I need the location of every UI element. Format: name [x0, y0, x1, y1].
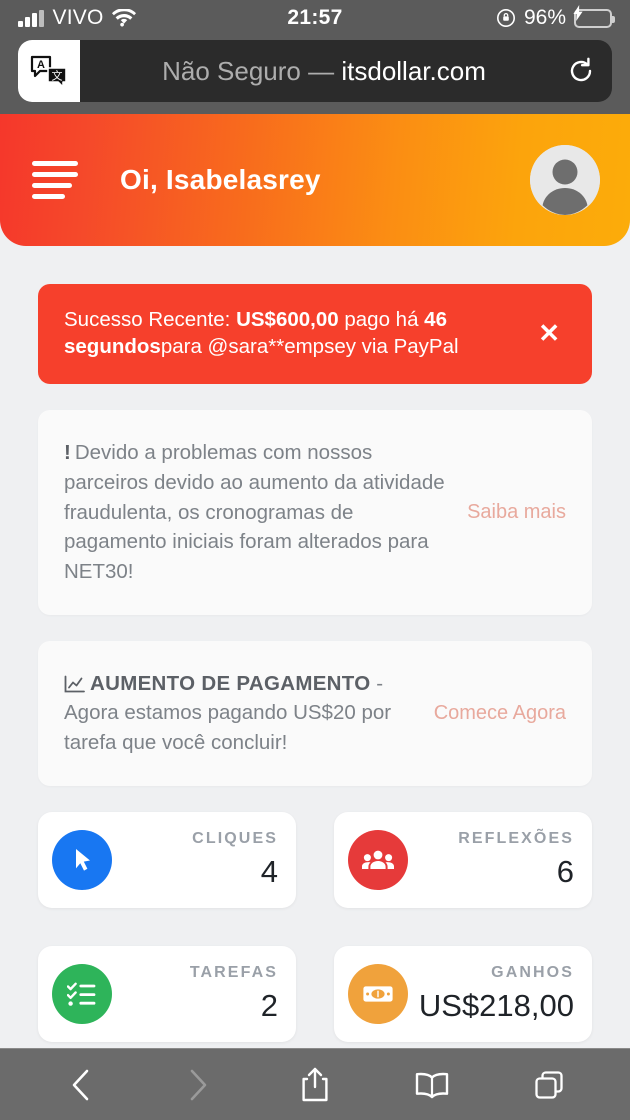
translate-icon[interactable]: A 文	[18, 40, 80, 102]
user-avatar-icon[interactable]	[530, 145, 600, 215]
svg-text:文: 文	[52, 69, 63, 83]
stats-grid: CLIQUES 4 REFLEXÕES 6 TAREFAS 2 GANHOS U…	[38, 811, 592, 1042]
carrier-label: VIVO	[52, 6, 104, 29]
book-icon[interactable]	[402, 1059, 462, 1111]
money-bill-icon	[348, 963, 408, 1024]
stat-value-reflexoes: 6	[556, 853, 574, 889]
hamburger-menu-icon[interactable]	[32, 161, 78, 199]
stat-card-ganhos[interactable]: GANHOS US$218,00	[334, 945, 592, 1042]
battery-charging-icon	[573, 4, 615, 28]
url-text[interactable]: Não Seguro — itsdollar.com	[80, 56, 612, 87]
start-now-link[interactable]: Comece Agora	[434, 702, 566, 725]
status-bar-left: VIVO	[18, 6, 315, 30]
ios-status-bar: VIVO 21:57 96%	[0, 0, 630, 36]
stat-card-reflexoes[interactable]: REFLEXÕES 6	[334, 811, 592, 908]
fraud-notice-card: ! Devido a problemas com nossos parceiros…	[38, 410, 592, 615]
stat-label-cliques: CLIQUES	[192, 829, 278, 847]
payment-increase-text: AUMENTO DE PAGAMENTO - Agora estamos pag…	[64, 669, 414, 758]
status-bar-right: 96%	[315, 4, 615, 30]
stat-value-tarefas: 2	[260, 987, 278, 1023]
forward-chevron-icon[interactable]	[168, 1059, 228, 1111]
share-icon[interactable]	[285, 1059, 345, 1111]
banner-amount: US$600,00	[236, 308, 339, 331]
safari-url-bar-container: A 文 Não Seguro — itsdollar.com	[0, 36, 630, 114]
stat-meta-reflexoes: REFLEXÕES 6	[408, 830, 574, 890]
safari-url-bar[interactable]: A 文 Não Seguro — itsdollar.com	[18, 40, 612, 102]
recent-success-banner: Sucesso Recente: US$600,00 pago há 46 se…	[38, 284, 592, 385]
app-header: Oi, Isabelasrey	[0, 114, 630, 246]
rotation-lock-icon	[496, 8, 516, 28]
payment-increase-heading: AUMENTO DE PAGAMENTO	[90, 671, 371, 695]
fraud-notice-body: Devido a problemas com nossos parceiros …	[64, 441, 445, 583]
learn-more-link[interactable]: Saiba mais	[467, 501, 566, 524]
stat-label-tarefas: TAREFAS	[189, 963, 278, 981]
close-icon[interactable]: ✕	[532, 316, 566, 350]
users-group-icon	[348, 829, 408, 890]
svg-text:A: A	[37, 59, 45, 71]
stat-label-reflexoes: REFLEXÕES	[458, 829, 574, 847]
tabs-icon[interactable]	[519, 1059, 579, 1111]
cellular-signal-icon	[18, 9, 44, 27]
exclamation-icon: !	[64, 441, 71, 465]
banner-suffix: para @sara**empsey via PayPal	[160, 335, 459, 359]
stat-card-tarefas[interactable]: TAREFAS 2	[38, 945, 296, 1042]
back-chevron-icon[interactable]	[51, 1059, 111, 1111]
stat-value-ganhos: US$218,00	[418, 987, 574, 1023]
fraud-notice-text: ! Devido a problemas com nossos parceiros…	[64, 438, 447, 587]
stat-label-ganhos: GANHOS	[491, 963, 574, 981]
url-separator: —	[308, 55, 335, 86]
chart-line-icon	[64, 672, 85, 693]
cursor-click-icon	[52, 829, 112, 890]
stat-value-cliques: 4	[260, 853, 278, 889]
stat-meta-ganhos: GANHOS US$218,00	[408, 964, 574, 1024]
payment-increase-card: AUMENTO DE PAGAMENTO - Agora estamos pag…	[38, 640, 592, 786]
stat-card-cliques[interactable]: CLIQUES 4	[38, 811, 296, 908]
banner-middle: pago há	[338, 308, 425, 331]
battery-percent-label: 96%	[523, 6, 566, 29]
safari-bottom-toolbar	[0, 1048, 630, 1120]
recent-success-text: Sucesso Recente: US$600,00 pago há 46 se…	[64, 306, 518, 360]
security-status-label: Não Seguro	[162, 55, 301, 86]
reload-icon[interactable]	[564, 54, 598, 88]
stat-meta-tarefas: TAREFAS 2	[112, 964, 278, 1024]
checklist-icon	[52, 963, 112, 1024]
domain-label: itsdollar.com	[341, 55, 486, 86]
greeting-label: Oi, Isabelasrey	[120, 164, 321, 195]
banner-prefix: Sucesso Recente:	[64, 308, 237, 331]
page-content: Sucesso Recente: US$600,00 pago há 46 se…	[0, 246, 630, 1120]
stat-meta-cliques: CLIQUES 4	[112, 830, 278, 890]
wifi-icon	[112, 9, 137, 27]
